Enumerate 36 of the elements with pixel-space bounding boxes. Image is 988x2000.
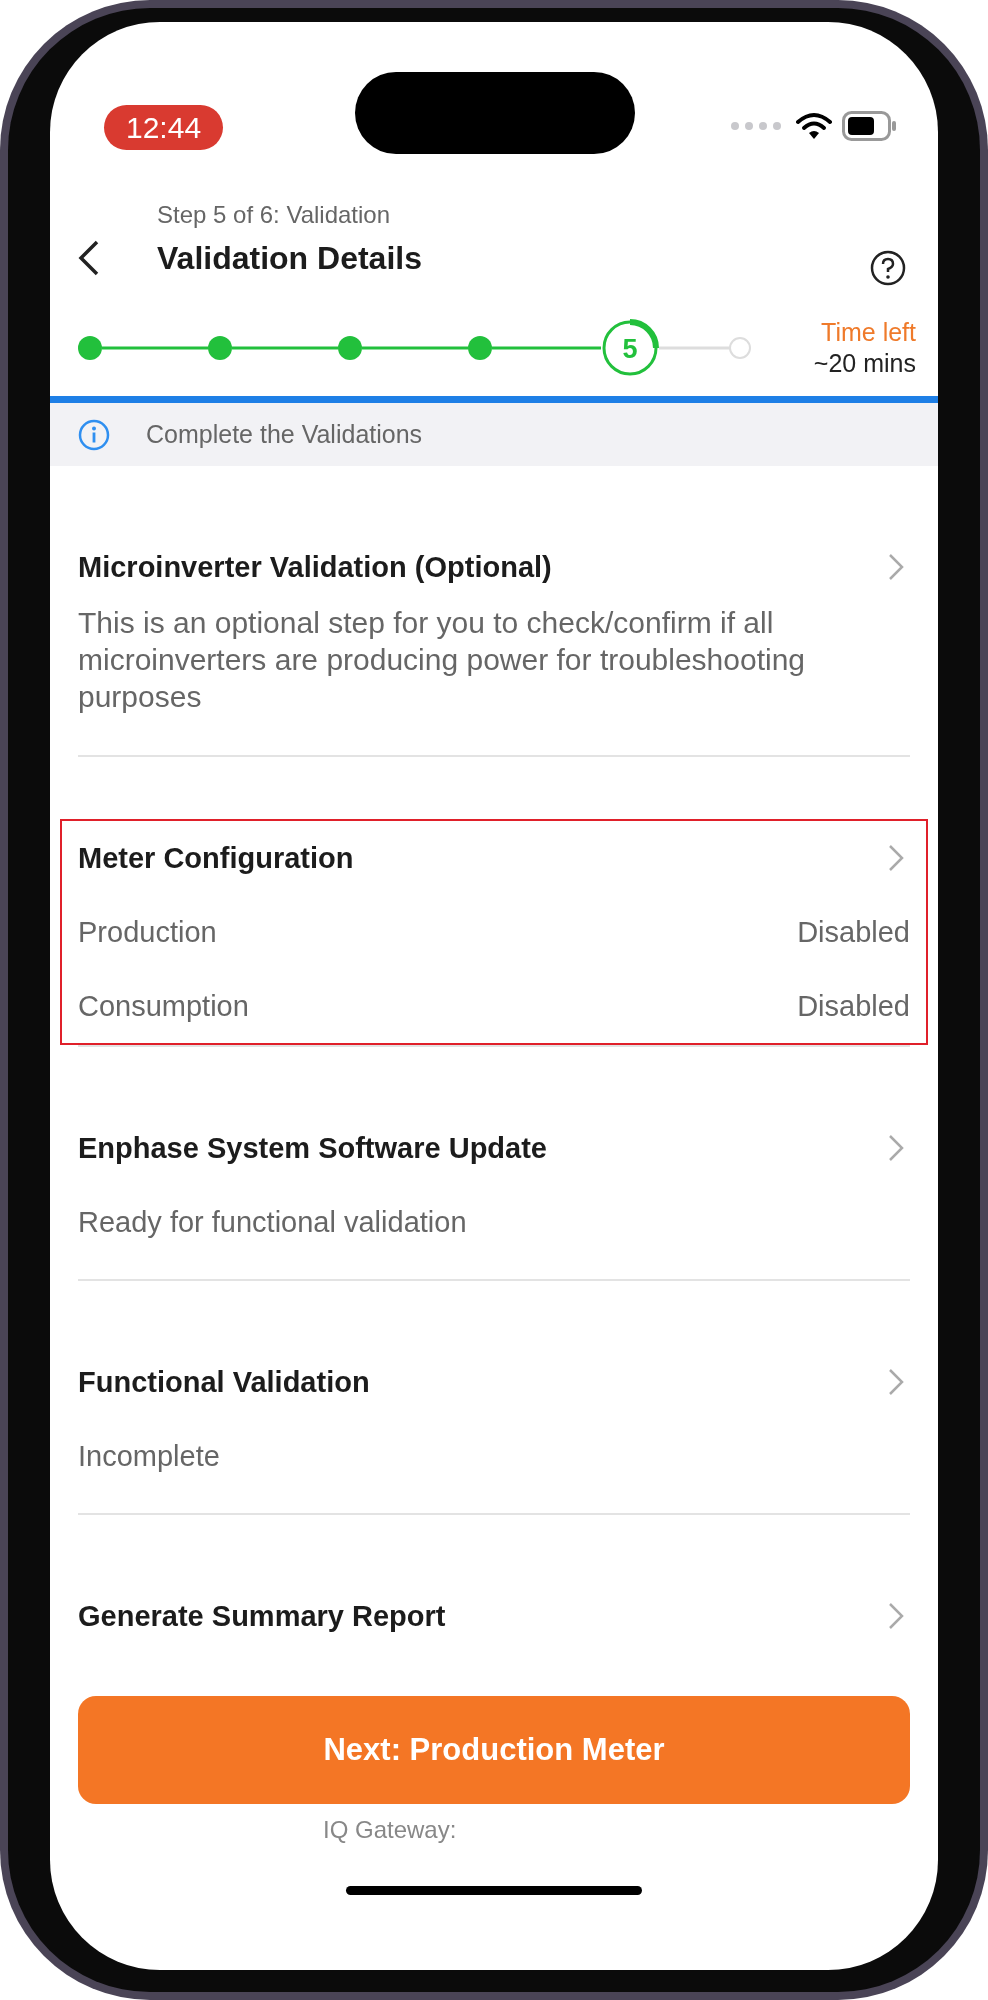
setting-label: Consumption — [78, 989, 249, 1023]
battery-icon — [842, 111, 898, 141]
section-description: This is an optional step for you to check/confirm if all microinverters are producing power for troubleshooting purposes — [78, 605, 807, 715]
help-icon[interactable] — [870, 250, 906, 286]
setting-label: Production — [78, 915, 217, 949]
section-header[interactable]: Generate Summary Report — [78, 1579, 910, 1653]
setting-value: Disabled — [797, 915, 910, 949]
clock-badge: 12:44 — [104, 105, 224, 150]
section-status: Ready for functional validation — [78, 1205, 467, 1239]
chevron-left-icon — [78, 240, 100, 276]
time-left-label: Time left — [821, 317, 916, 348]
completed-step-dot — [208, 336, 232, 360]
time-left-value: ~20 mins — [813, 348, 916, 379]
completed-step-dot — [78, 336, 102, 360]
section-header[interactable]: Meter Configuration — [78, 821, 910, 895]
section-status: Incomplete — [78, 1439, 220, 1473]
chevron-right-icon — [888, 844, 904, 872]
wifi-icon — [796, 112, 832, 140]
section-header[interactable]: Enphase System Software Update — [78, 1111, 910, 1185]
info-icon — [78, 418, 110, 451]
chevron-right-icon — [888, 553, 904, 581]
chevron-right-icon — [888, 1602, 904, 1630]
chevron-right-icon — [888, 1368, 904, 1396]
section-header[interactable]: Functional Validation — [78, 1345, 910, 1419]
completed-step-dot — [468, 336, 492, 360]
pending-step-dot — [729, 337, 751, 359]
section-header[interactable]: Microinverter Validation (Optional) — [78, 530, 910, 604]
chevron-right-icon — [888, 1134, 904, 1162]
progress-connector — [659, 346, 730, 350]
step-caption: Step 5 of 6: Validation — [156, 200, 392, 230]
page-title: Validation Details — [157, 239, 423, 277]
completed-step-dot — [338, 336, 362, 360]
current-step: 5 — [602, 319, 659, 376]
banner-text: Complete the Validations — [146, 420, 423, 449]
gateway-label: IQ Gateway: — [323, 1816, 457, 1844]
setting-value: Disabled — [797, 989, 910, 1023]
